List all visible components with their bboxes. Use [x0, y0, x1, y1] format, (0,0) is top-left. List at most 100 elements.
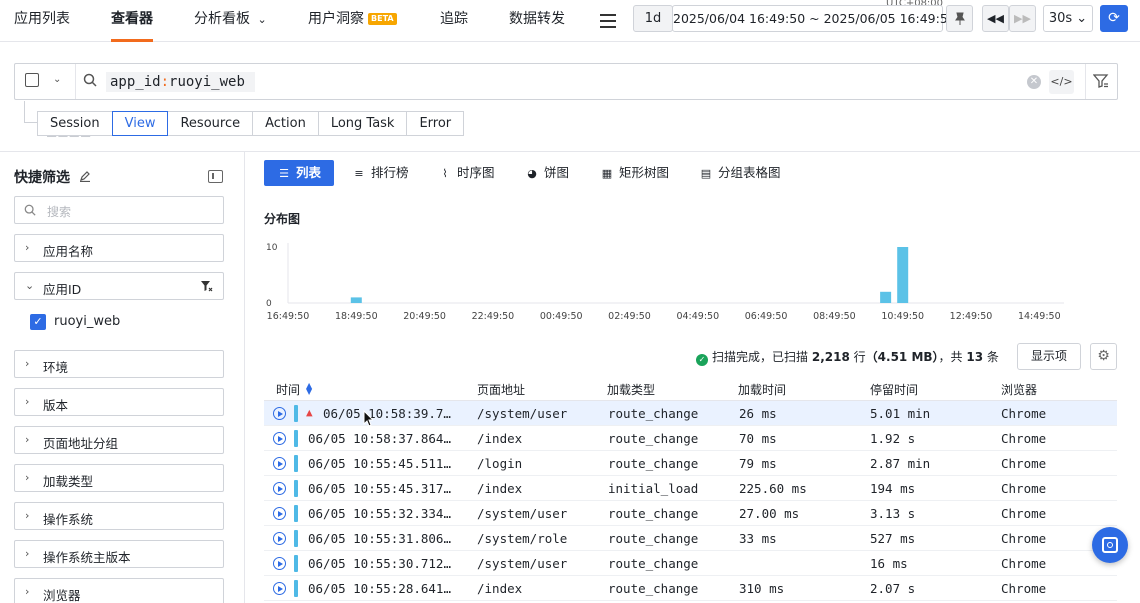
tab-group-table[interactable]: ▤ 分组表格图	[700, 160, 781, 186]
gear-icon[interactable]: ⚙	[1090, 343, 1117, 370]
facet-os-major[interactable]: › 操作系统主版本	[14, 540, 224, 568]
tab-action[interactable]: Action	[252, 111, 319, 136]
play-icon[interactable]	[273, 407, 286, 420]
facet-label: 页面地址分组	[43, 436, 119, 451]
facet-page-group[interactable]: › 页面地址分组	[14, 426, 224, 454]
sidebar-search[interactable]: 搜索	[14, 196, 224, 224]
chevron-down-icon[interactable]: ⌄	[53, 74, 61, 85]
edit-icon[interactable]	[79, 170, 91, 182]
facet-label: 操作系统	[43, 512, 94, 527]
play-icon[interactable]	[273, 582, 286, 595]
clear-filter-icon[interactable]	[200, 280, 213, 293]
nav-data-forward[interactable]: 数据转发	[509, 0, 565, 42]
scan-status: ✓ 扫描完成，已扫描 2,218 行（4.51 MB），共 13 条	[696, 348, 999, 366]
table-row[interactable]: 06/05 10:55:45.511… /login route_change 79 …	[264, 451, 1117, 476]
col-page-url[interactable]: 页面地址	[477, 381, 525, 398]
table-row[interactable]: 06/05 10:55:30.712… /system/user route_cha…	[264, 551, 1117, 576]
scan-rows: 2,218	[811, 350, 850, 364]
play-icon[interactable]	[273, 532, 286, 545]
tab-error[interactable]: Error	[406, 111, 465, 136]
nav-user-insight[interactable]: 用户洞察 BETA	[308, 0, 397, 42]
tab-list[interactable]: ☰ 列表	[264, 160, 334, 186]
facet-os[interactable]: › 操作系统	[14, 502, 224, 530]
pie-icon: ◕	[527, 167, 537, 180]
time-range-picker[interactable]: 2025/06/04 16:49:50 ~ 2025/06/05 16:49:5…	[672, 5, 956, 32]
x-tick-label: 20:49:50	[403, 311, 446, 322]
collapse-sidebar-icon[interactable]	[208, 170, 223, 183]
pin-icon[interactable]	[946, 5, 973, 32]
clear-icon[interactable]: ✕	[1027, 75, 1041, 89]
cell-time: 06/05 10:55:30.712…	[308, 556, 451, 571]
search-icon	[83, 73, 97, 87]
tab-label: 时序图	[457, 165, 495, 180]
tab-session[interactable]: Session	[37, 111, 113, 136]
table-row[interactable]: 06/05 10:55:28.641… /index route_change 310…	[264, 576, 1117, 601]
col-load-time[interactable]: 加载时间	[738, 381, 786, 398]
query-token[interactable]: app_id:ruoyi_web	[106, 72, 255, 92]
cell-path: /index	[477, 431, 523, 446]
filter-settings-icon[interactable]	[1093, 73, 1109, 89]
forward-button[interactable]: ▶▶	[1009, 5, 1036, 32]
tab-treemap[interactable]: ▦ 矩形树图	[601, 160, 669, 186]
cell-load-time: 33 ms	[739, 531, 777, 546]
tab-pie[interactable]: ◕ 饼图	[526, 160, 569, 186]
facet-browser[interactable]: › 浏览器	[14, 578, 224, 603]
col-browser[interactable]: 浏览器	[1001, 381, 1037, 398]
screenshot-fab-button[interactable]	[1092, 527, 1128, 563]
tab-ranking[interactable]: ≡ 排行榜	[353, 160, 408, 186]
chevron-down-icon: ⌄	[25, 279, 35, 292]
nav-app-list[interactable]: 应用列表	[14, 0, 70, 42]
table-row[interactable]: 06/05 10:55:31.806… /system/role route_cha…	[264, 526, 1117, 551]
rewind-button[interactable]: ◀◀	[982, 5, 1009, 32]
table-row[interactable]: ▲ 06/05 10:58:39.7… /system/user route_chan…	[264, 401, 1117, 426]
query-key: app_id	[110, 74, 161, 90]
code-icon[interactable]: </>	[1049, 70, 1074, 94]
display-fields-button[interactable]: 显示项	[1017, 343, 1081, 370]
play-icon[interactable]	[273, 482, 286, 495]
checkbox-ruoyi-web[interactable]: ✓	[30, 314, 46, 330]
scan-prefix: 扫描完成，已扫描	[712, 350, 809, 364]
query-mode-icon[interactable]	[25, 73, 39, 87]
tab-timeseries[interactable]: ⌇ 时序图	[439, 160, 495, 186]
cell-time: 06/05 10:55:28.641…	[308, 581, 451, 596]
col-time[interactable]: 时间 ▲ ▼	[276, 381, 312, 398]
status-bar	[294, 430, 298, 447]
x-tick-label: 18:49:50	[335, 311, 378, 322]
cell-load-type: initial_load	[608, 481, 699, 496]
play-icon[interactable]	[273, 432, 286, 445]
nav-tracing[interactable]: 追踪	[440, 0, 468, 42]
facet-env[interactable]: › 环境	[14, 350, 224, 378]
y-tick-label: 0	[266, 299, 272, 309]
col-stay-time[interactable]: 停留时间	[870, 381, 918, 398]
facet-version[interactable]: › 版本	[14, 388, 224, 416]
y-tick-label: 10	[266, 243, 278, 253]
cell-path: /login	[477, 456, 523, 471]
play-icon[interactable]	[273, 457, 286, 470]
nav-explorer[interactable]: 查看器	[111, 0, 153, 42]
scan-rows-unit: 行	[853, 350, 866, 364]
table-row[interactable]: 06/05 10:55:45.317… /index initial_load 225…	[264, 476, 1117, 501]
facet-app-id[interactable]: ⌄ 应用ID	[14, 272, 224, 300]
sort-icon[interactable]: ▲ ▼	[306, 382, 312, 396]
tab-view[interactable]: View	[111, 111, 169, 136]
table-row[interactable]: 06/05 10:55:32.334… /system/user route_cha…	[264, 501, 1117, 526]
warning-icon: ▲	[306, 406, 313, 419]
range-quick-button[interactable]: 1d	[633, 5, 673, 32]
nav-dashboard[interactable]: 分析看板 ⌄	[194, 0, 267, 42]
table-row[interactable]: 06/05 10:58:37.864… /index route_change 70 …	[264, 426, 1117, 451]
facet-load-type[interactable]: › 加载类型	[14, 464, 224, 492]
tab-resource[interactable]: Resource	[167, 111, 254, 136]
facet-app-name[interactable]: › 应用名称	[14, 234, 224, 262]
refresh-interval-select[interactable]: 30s ⌄	[1043, 5, 1093, 32]
query-bar[interactable]: ⌄ app_id:ruoyi_web ✕ </>	[14, 63, 1118, 100]
play-icon[interactable]	[273, 557, 286, 570]
tab-long-task[interactable]: Long Task	[317, 111, 408, 136]
menu-icon[interactable]	[600, 10, 616, 30]
cell-load-time: 70 ms	[739, 431, 777, 446]
refresh-icon[interactable]: ⟳	[1100, 5, 1128, 32]
cell-browser: Chrome	[1001, 481, 1047, 496]
play-icon[interactable]	[273, 507, 286, 520]
cell-time: 06/05 10:55:45.511…	[308, 456, 451, 471]
col-load-type[interactable]: 加载类型	[607, 381, 655, 398]
x-tick-label: 16:49:50	[267, 311, 310, 322]
